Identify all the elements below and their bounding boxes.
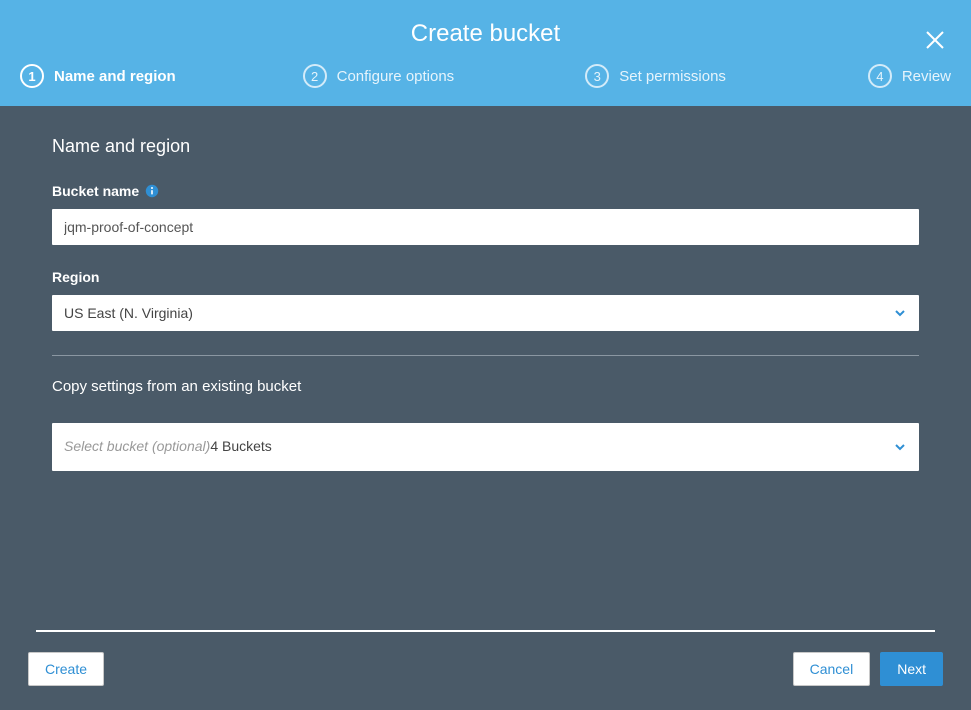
- step-set-permissions[interactable]: 3 Set permissions: [585, 64, 868, 88]
- copy-settings-suffix: 4 Buckets: [210, 438, 271, 454]
- step-number-icon: 2: [303, 64, 327, 88]
- step-number-icon: 3: [585, 64, 609, 88]
- next-button[interactable]: Next: [880, 652, 943, 686]
- modal-header: Create bucket 1 Name and region 2 Config…: [0, 0, 971, 106]
- region-select-value: US East (N. Virginia): [64, 305, 885, 321]
- copy-settings-placeholder: Select bucket (optional): [64, 438, 210, 454]
- bucket-name-input[interactable]: [52, 209, 919, 245]
- modal-title: Create bucket: [0, 0, 971, 64]
- step-review[interactable]: 4 Review: [868, 64, 951, 88]
- region-label: Region: [52, 269, 99, 285]
- footer-divider: [36, 630, 935, 632]
- region-field-group: Region US East (N. Virginia): [52, 269, 919, 331]
- copy-settings-label: Copy settings from an existing bucket: [52, 378, 919, 395]
- copy-settings-text-wrap: Select bucket (optional)4 Buckets: [64, 438, 885, 456]
- step-configure-options[interactable]: 2 Configure options: [303, 64, 586, 88]
- cancel-button[interactable]: Cancel: [793, 652, 871, 686]
- step-label: Name and region: [54, 68, 176, 85]
- step-label: Configure options: [337, 68, 455, 85]
- bucket-name-field-group: Bucket name: [52, 183, 919, 245]
- info-icon[interactable]: [145, 184, 159, 198]
- chevron-down-icon: [893, 440, 907, 454]
- step-label: Review: [902, 68, 951, 85]
- close-icon: [923, 39, 947, 56]
- footer-buttons: Create Cancel Next: [28, 652, 943, 686]
- create-bucket-modal: Create bucket 1 Name and region 2 Config…: [0, 0, 971, 710]
- step-label: Set permissions: [619, 68, 726, 85]
- field-label-row: Bucket name: [52, 183, 919, 199]
- step-name-and-region[interactable]: 1 Name and region: [20, 64, 303, 88]
- divider: [52, 355, 919, 356]
- wizard-steps: 1 Name and region 2 Configure options 3 …: [0, 64, 971, 106]
- section-title: Name and region: [52, 136, 919, 157]
- field-label-row: Region: [52, 269, 919, 285]
- chevron-down-icon: [893, 306, 907, 320]
- step-number-icon: 1: [20, 64, 44, 88]
- copy-settings-select[interactable]: Select bucket (optional)4 Buckets: [52, 423, 919, 471]
- modal-footer: Create Cancel Next: [0, 630, 971, 710]
- region-select[interactable]: US East (N. Virginia): [52, 295, 919, 331]
- step-number-icon: 4: [868, 64, 892, 88]
- close-button[interactable]: [923, 28, 947, 52]
- create-button[interactable]: Create: [28, 652, 104, 686]
- modal-body: Name and region Bucket name Region US Ea…: [0, 106, 971, 630]
- bucket-name-label: Bucket name: [52, 183, 139, 199]
